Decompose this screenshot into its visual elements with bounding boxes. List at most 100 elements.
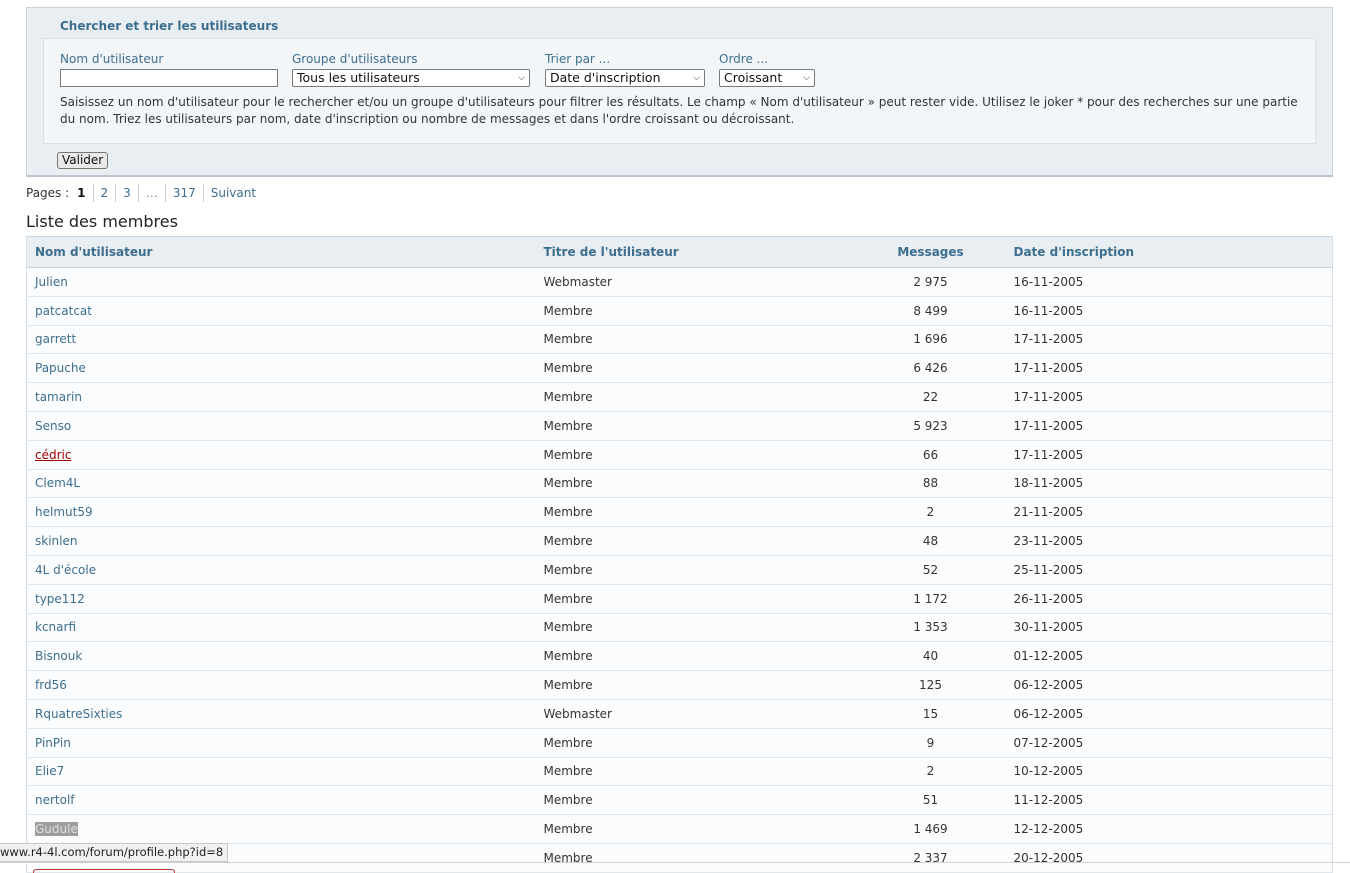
user-title: Membre <box>535 555 856 585</box>
message-count: 52 <box>855 555 1006 585</box>
username-link[interactable]: tamarin <box>26 382 536 412</box>
column-user-title[interactable]: Titre de l'utilisateur <box>535 236 856 268</box>
page-link[interactable]: 2 <box>92 184 116 202</box>
column-username[interactable]: Nom d'utilisateur <box>26 236 536 268</box>
user-title: Webmaster <box>535 699 856 729</box>
username-input[interactable] <box>60 69 278 87</box>
table-row: Julien Webmaster 2 975 16-11-2005 <box>26 267 1333 297</box>
message-count: 22 <box>855 382 1006 412</box>
message-count: 2 <box>855 497 1006 528</box>
registration-date: 30-11-2005 <box>1005 613 1333 643</box>
member-list-title: Liste des membres <box>26 212 178 231</box>
message-count: 125 <box>855 670 1006 700</box>
registration-date: 07-12-2005 <box>1005 728 1333 758</box>
username-link[interactable]: Papuche <box>26 353 536 384</box>
message-count: 48 <box>855 526 1006 556</box>
user-title: Membre <box>535 353 856 384</box>
user-title: Membre <box>535 497 856 528</box>
username-link[interactable]: type112 <box>26 584 536 614</box>
registration-date: 18-11-2005 <box>1005 469 1333 499</box>
column-registration-date[interactable]: Date d'inscription <box>1005 236 1333 268</box>
username-link[interactable]: PinPin <box>26 728 536 758</box>
user-title: Webmaster <box>535 267 856 297</box>
username-link[interactable]: nertolf <box>26 785 536 816</box>
table-row: helmut59 Membre 2 21-11-2005 <box>26 497 1333 528</box>
chevron-down-icon: ⌵ <box>693 73 700 83</box>
registration-date: 06-12-2005 <box>1005 699 1333 729</box>
registration-date: 17-11-2005 <box>1005 411 1333 441</box>
user-title: Membre <box>535 785 856 816</box>
message-count: 51 <box>855 785 1006 816</box>
user-title: Membre <box>535 670 856 700</box>
username-link[interactable]: helmut59 <box>26 497 536 528</box>
registration-date: 16-11-2005 <box>1005 296 1333 326</box>
username-text: Senso <box>35 418 72 433</box>
registration-date: 21-11-2005 <box>1005 497 1333 528</box>
group-field: Groupe d'utilisateurs Tous les utilisate… <box>292 52 530 87</box>
order-select[interactable]: Croissant ⌵ <box>719 69 815 87</box>
table-row: type112 Membre 1 172 26-11-2005 <box>26 584 1333 614</box>
username-text: kcnarfi <box>35 620 76 635</box>
username-text: Julien <box>35 274 68 289</box>
username-link[interactable]: Gudule <box>26 814 536 844</box>
table-row: Bisnouk Membre 40 01-12-2005 <box>26 641 1333 672</box>
username-field: Nom d'utilisateur <box>60 52 278 87</box>
message-count: 1 172 <box>855 584 1006 614</box>
username-link[interactable]: Senso <box>26 411 536 441</box>
username-link[interactable]: 4L d'école <box>26 555 536 585</box>
window-bottom-border <box>0 862 1350 863</box>
status-bar-url: www.r4-4l.com/forum/profile.php?id=8 <box>0 843 229 862</box>
table-row: cédric Membre 66 17-11-2005 <box>26 440 1333 470</box>
username-text: Elie7 <box>35 764 65 779</box>
registration-date: 06-12-2005 <box>1005 670 1333 700</box>
search-panel-title: Chercher et trier les utilisateurs <box>60 19 279 33</box>
message-count: 2 975 <box>855 267 1006 297</box>
username-link[interactable]: Julien <box>26 267 536 297</box>
order-field: Ordre ... Croissant ⌵ <box>719 52 815 87</box>
group-select[interactable]: Tous les utilisateurs ⌵ <box>292 69 530 87</box>
user-title: Membre <box>535 382 856 412</box>
username-link[interactable]: Elie7 <box>26 757 536 787</box>
username-text: Clem4L <box>35 476 81 491</box>
message-count: 1 469 <box>855 814 1006 844</box>
registration-date: 23-11-2005 <box>1005 526 1333 556</box>
submit-button[interactable]: Valider <box>57 152 109 169</box>
registration-date: 26-11-2005 <box>1005 584 1333 614</box>
registration-date: 20-12-2005 <box>1005 843 1333 873</box>
table-row: kcnarfi Membre 1 353 30-11-2005 <box>26 613 1333 643</box>
username-link[interactable]: RquatreSixties <box>26 699 536 729</box>
username-text: patcatcat <box>35 303 92 318</box>
username-text: nertolf <box>35 793 75 808</box>
username-link[interactable]: Bisnouk <box>26 641 536 672</box>
username-link[interactable]: frd56 <box>26 670 536 700</box>
registration-date: 17-11-2005 <box>1005 440 1333 470</box>
search-form: Nom d'utilisateur Groupe d'utilisateurs … <box>43 38 1316 144</box>
user-title: Membre <box>535 728 856 758</box>
username-link[interactable]: skinlen <box>26 526 536 556</box>
page-link[interactable]: 3 <box>115 184 138 202</box>
pagination-label: Pages : <box>26 186 70 200</box>
table-row: patcatcat Membre 8 499 16-11-2005 <box>26 296 1333 326</box>
sort-field: Trier par ... Date d'inscription ⌵ <box>545 52 705 87</box>
column-messages[interactable]: Messages <box>855 236 1006 268</box>
page-link[interactable]: 317 <box>164 184 203 202</box>
registration-date: 10-12-2005 <box>1005 757 1333 787</box>
table-row: Elie7 Membre 2 10-12-2005 <box>26 757 1333 787</box>
order-label: Ordre ... <box>719 52 769 66</box>
pagination: Pages : 1 2 3 … 317 Suivant <box>26 184 263 202</box>
message-count: 40 <box>855 641 1006 672</box>
username-link[interactable]: patcatcat <box>26 296 536 326</box>
message-count: 2 337 <box>855 843 1006 873</box>
username-link[interactable]: garrett <box>26 325 536 355</box>
order-select-value: Croissant <box>724 70 783 85</box>
chevron-down-icon: ⌵ <box>518 73 525 83</box>
username-link[interactable]: cédric <box>26 440 536 470</box>
username-link[interactable]: Clem4L <box>26 469 536 499</box>
sort-select[interactable]: Date d'inscription ⌵ <box>545 69 705 87</box>
username-text: skinlen <box>35 534 78 549</box>
bottom-tab-indicator <box>33 869 175 873</box>
table-row: PinPin Membre 9 07-12-2005 <box>26 728 1333 758</box>
username-link[interactable]: kcnarfi <box>26 613 536 643</box>
user-title: Membre <box>535 757 856 787</box>
next-page-link[interactable]: Suivant <box>202 184 263 202</box>
